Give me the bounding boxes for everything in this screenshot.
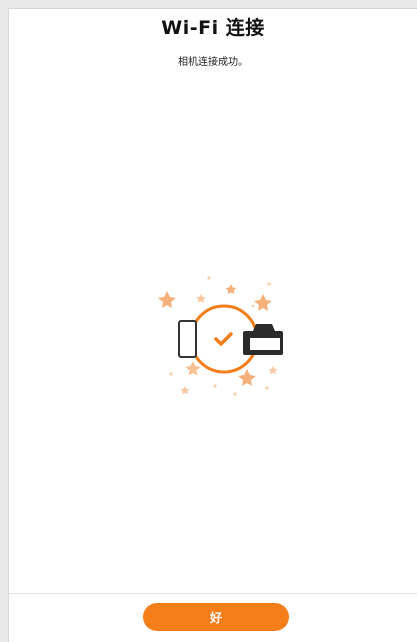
checkmark-icon [214,332,233,346]
phone-icon [178,320,197,358]
footer-divider [9,593,417,594]
ok-button[interactable]: 好 [143,603,289,631]
camera-icon [243,324,283,355]
connection-success-illustration [149,266,299,406]
ok-button-label: 好 [209,610,222,625]
page-title: Wi-Fi 连接 [161,17,265,39]
wifi-connection-dialog: Wi-Fi 连接 相机连接成功。 好 [8,8,417,642]
illustration-svg [158,276,283,396]
connection-status-message: 相机连接成功。 [178,57,248,68]
